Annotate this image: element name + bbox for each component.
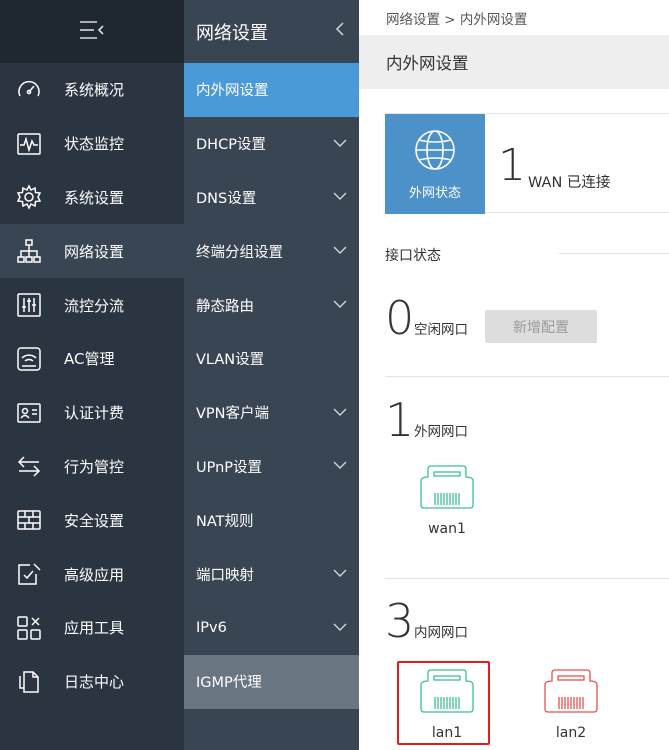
sidebar: 系统概况 状态监控 系统设置 网络设置 流控分流 AC管理 认证计费 行为管控 … [0, 0, 184, 750]
network-topology-icon [15, 237, 43, 265]
sidebar-item-traffic[interactable]: 流控分流 [0, 278, 184, 332]
wan-badge-label: 外网状态 [408, 185, 461, 201]
port-lan2[interactable]: lan2 [526, 669, 616, 741]
sidebar-item-label: 流控分流 [64, 296, 125, 315]
breadcrumb: 网络设置 > 内外网设置 [386, 11, 528, 28]
sidebar-item-security[interactable]: 安全设置 [0, 493, 184, 547]
tools-grid-icon [15, 614, 43, 642]
submenu-item-upnp[interactable]: UPnP设置 [184, 440, 359, 494]
submenu-item-dns[interactable]: DNS设置 [184, 171, 359, 225]
sidebar-item-label: 行为管控 [64, 457, 125, 476]
sidebar-item-label: 网络设置 [64, 242, 125, 261]
chevron-down-icon [333, 136, 347, 152]
lan-port-count: 3 [385, 594, 415, 648]
wifi-router-icon [15, 345, 43, 373]
ethernet-port-icon [544, 669, 598, 717]
ethernet-port-icon [420, 465, 474, 513]
sidebar-item-tools[interactable]: 应用工具 [0, 601, 184, 655]
sidebar-item-label: 系统设置 [64, 188, 125, 207]
firewall-icon [15, 506, 43, 534]
log-document-icon [15, 668, 43, 696]
sidebar-item-overview[interactable]: 系统概况 [0, 63, 184, 117]
idle-port-label: 空闲网口 [414, 322, 468, 338]
chevron-down-icon [333, 458, 347, 474]
sidebar-item-label: 状态监控 [64, 135, 125, 154]
dashboard-icon [15, 76, 43, 104]
chevron-down-icon [333, 297, 347, 313]
chevron-down-icon [333, 189, 347, 205]
wan-status-text: WAN 已连接 [528, 175, 611, 191]
sidebar-item-behavior[interactable]: 行为管控 [0, 440, 184, 494]
sidebar-item-ac[interactable]: AC管理 [0, 332, 184, 386]
divider [385, 376, 669, 377]
submenu-item-static-route[interactable]: 静态路由 [184, 278, 359, 332]
main-content: 网络设置 > 内外网设置 内外网设置 外网状态 1 WAN 已连接 接口状态 0… [359, 0, 669, 750]
equalizer-icon [15, 291, 43, 319]
chevron-down-icon [333, 243, 347, 259]
submenu-title: 网络设置 [196, 22, 268, 44]
port-wan1[interactable]: wan1 [402, 465, 492, 537]
idle-port-count: 0 [385, 291, 415, 345]
sidebar-item-monitor[interactable]: 状态监控 [0, 117, 184, 171]
sidebar-item-label: 日志中心 [64, 673, 125, 692]
pulse-monitor-icon [15, 130, 43, 158]
sidebar-item-advanced[interactable]: 高级应用 [0, 547, 184, 601]
sidebar-toggle[interactable] [0, 0, 184, 63]
wan-connected-count: 1 [498, 140, 526, 191]
chevron-down-icon [333, 405, 347, 421]
page-title-bar: 内外网设置 [359, 35, 669, 89]
wan-port-count: 1 [385, 393, 415, 447]
lan-port-group-label: 内网网口 [414, 625, 468, 641]
submenu-item-igmp-proxy[interactable]: IGMP代理 [184, 654, 359, 709]
submenu-panel: 网络设置 内外网设置 DHCP设置 DNS设置 终端分组设置 静态路由 VLAN… [184, 0, 359, 750]
sidebar-item-logs[interactable]: 日志中心 [0, 655, 184, 709]
submenu-item-lan-wan[interactable]: 内外网设置 [184, 63, 359, 117]
page-title: 内外网设置 [386, 54, 469, 73]
sidebar-item-label: 高级应用 [64, 565, 125, 584]
add-config-button[interactable]: 新增配置 [485, 310, 597, 343]
submenu-item-ipv6[interactable]: IPv6 [184, 601, 359, 655]
sidebar-item-label: 认证计费 [64, 404, 125, 423]
chevron-down-icon [333, 620, 347, 636]
swap-arrows-icon [15, 452, 43, 480]
sidebar-item-auth[interactable]: 认证计费 [0, 386, 184, 440]
port-name: wan1 [428, 521, 466, 537]
sidebar-item-label: 安全设置 [64, 511, 125, 530]
globe-icon [413, 128, 457, 176]
menu-collapse-icon[interactable] [79, 20, 105, 44]
submenu-item-terminal-group[interactable]: 终端分组设置 [184, 224, 359, 278]
submenu-item-vlan[interactable]: VLAN设置 [184, 332, 359, 386]
wan-status-card: 外网状态 1 WAN 已连接 [385, 113, 669, 214]
sidebar-item-label: 系统概况 [64, 81, 125, 100]
chevron-left-icon[interactable] [335, 21, 345, 42]
wan-port-group-label: 外网网口 [414, 424, 468, 440]
divider [385, 578, 669, 579]
submenu-item-port-mapping[interactable]: 端口映射 [184, 547, 359, 601]
port-name: lan2 [555, 725, 587, 741]
sidebar-item-label: 应用工具 [64, 619, 125, 638]
submenu-item-dhcp[interactable]: DHCP设置 [184, 117, 359, 171]
wan-status-button[interactable]: 外网状态 [385, 114, 485, 214]
submenu-header: 网络设置 [184, 0, 359, 63]
sidebar-item-system[interactable]: 系统设置 [0, 171, 184, 225]
id-card-icon [15, 399, 43, 427]
submenu-item-vpn-client[interactable]: VPN客户端 [184, 386, 359, 440]
gear-icon [15, 183, 43, 211]
selection-highlight [397, 661, 490, 745]
chevron-down-icon [333, 566, 347, 582]
divider [559, 253, 669, 254]
submenu-item-nat[interactable]: NAT规则 [184, 493, 359, 547]
sidebar-item-network[interactable]: 网络设置 [0, 224, 184, 279]
sidebar-item-label: AC管理 [64, 350, 115, 369]
edit-document-icon [15, 560, 43, 588]
interface-status-heading: 接口状态 [385, 248, 441, 264]
